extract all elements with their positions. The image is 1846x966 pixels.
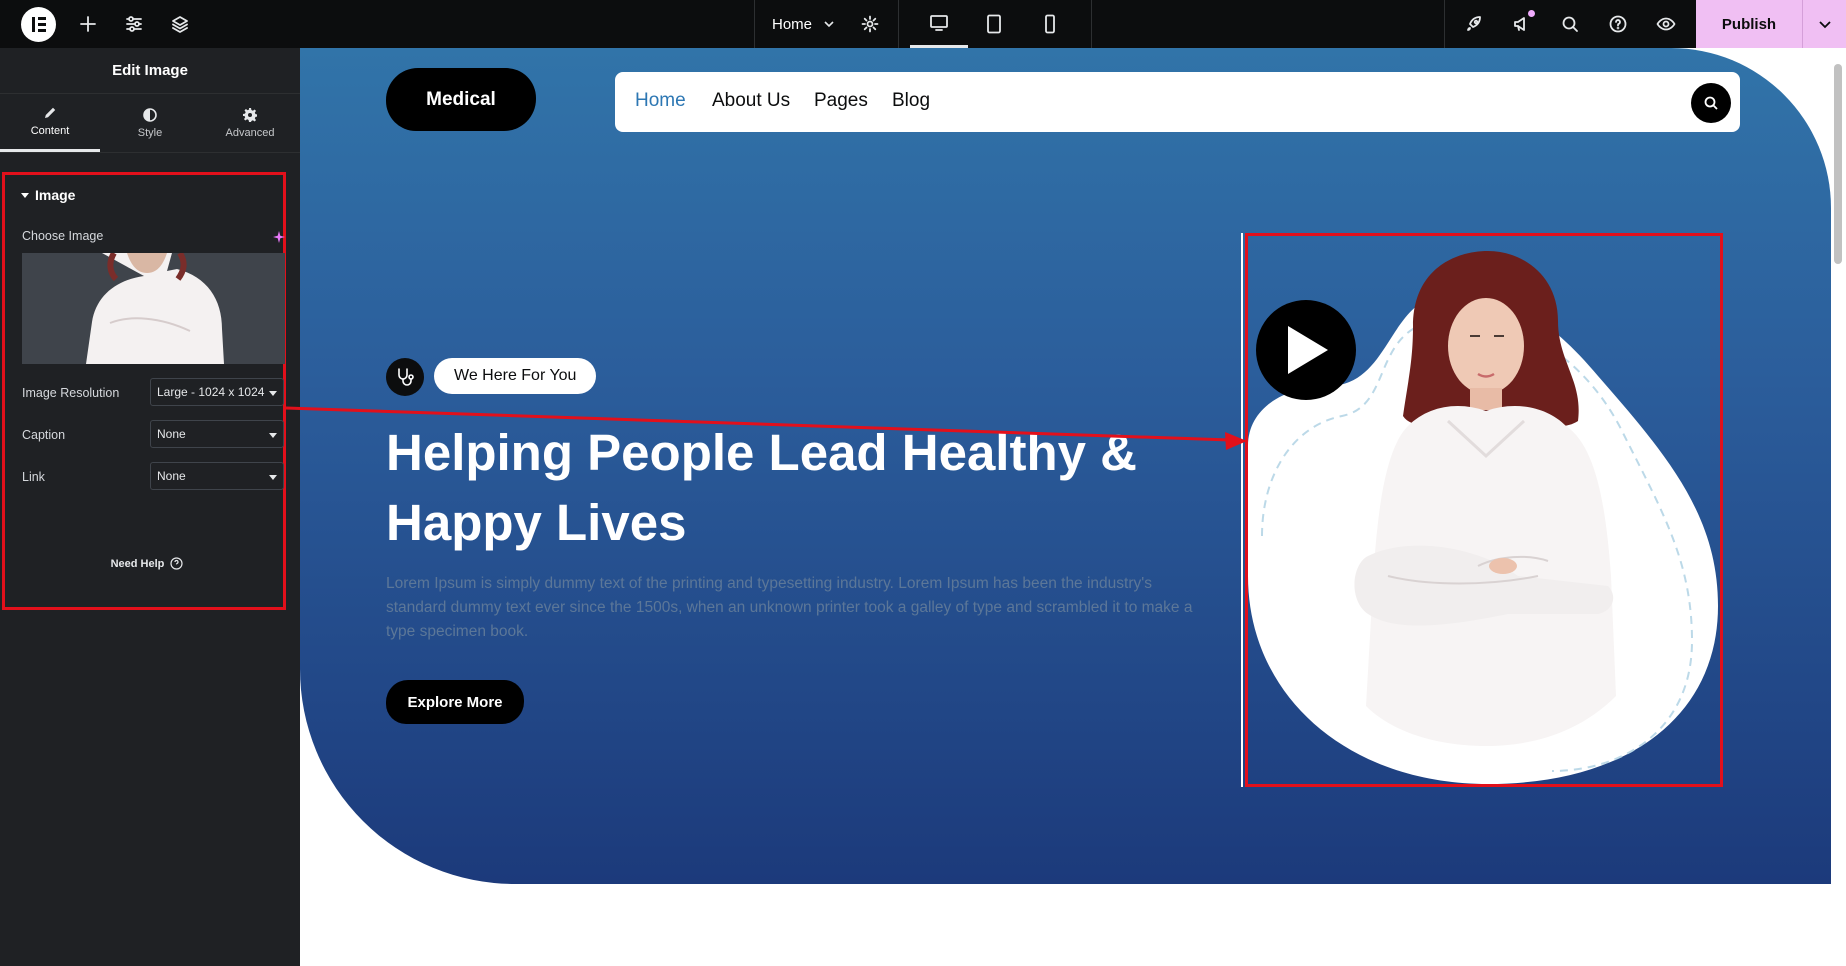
tab-style-label: Style — [137, 126, 163, 139]
preview-canvas: Medical Home About Us Pages Blog We Here… — [300, 48, 1831, 966]
elementor-logo-icon — [32, 17, 46, 32]
pencil-icon — [45, 107, 56, 118]
caption-label: Caption — [22, 428, 66, 442]
nav-link-home[interactable]: Home — [635, 90, 686, 112]
structure-button[interactable] — [164, 0, 196, 48]
layers-icon — [172, 16, 188, 33]
search-icon — [1704, 96, 1718, 110]
stethoscope-badge — [386, 358, 424, 396]
ai-sparkle-icon[interactable] — [273, 231, 285, 243]
gear-icon — [861, 15, 879, 33]
panel-title: Edit Image — [0, 48, 300, 94]
rocket-icon — [1467, 16, 1481, 31]
image-resolution-value: Large - 1024 x 1024 — [157, 385, 265, 399]
tab-content[interactable]: Content — [0, 94, 100, 152]
nurse-image — [1248, 251, 1718, 784]
add-element-button[interactable] — [72, 0, 104, 48]
link-value: None — [157, 469, 186, 483]
half-circle-icon — [143, 107, 157, 122]
hero-paragraph[interactable]: Lorem Ipsum is simply dummy text of the … — [386, 572, 1216, 644]
need-help-label: Need Help — [110, 557, 165, 570]
caption-select[interactable]: None — [150, 420, 284, 448]
device-mobile-button[interactable] — [1022, 0, 1078, 48]
tab-style[interactable]: Style — [100, 94, 200, 152]
divider — [754, 0, 755, 48]
chevron-down-icon — [269, 391, 277, 396]
device-desktop-button[interactable] — [910, 0, 968, 48]
search-icon — [1562, 16, 1578, 32]
section-title: Image — [35, 187, 76, 203]
device-tablet-button[interactable] — [966, 0, 1022, 48]
tab-content-label: Content — [30, 125, 70, 137]
image-resolution-select[interactable]: Large - 1024 x 1024 — [150, 378, 284, 406]
tablet-icon — [987, 14, 1001, 34]
site-launch-button[interactable] — [1458, 0, 1490, 48]
caret-down-icon — [21, 193, 29, 198]
site-settings-button[interactable] — [118, 0, 150, 48]
choose-image-label: Choose Image — [22, 229, 104, 243]
site-search-button[interactable] — [1691, 83, 1731, 123]
nurse-thumbnail-image — [22, 253, 285, 364]
panel-tabs: Content Style Advanced — [0, 94, 300, 153]
caption-value: None — [157, 427, 186, 441]
link-label: Link — [22, 470, 45, 484]
tagline-badge: We Here For You — [434, 358, 597, 394]
nav-link-blog[interactable]: Blog — [892, 90, 930, 112]
mobile-icon — [1045, 14, 1055, 34]
publish-options-button[interactable] — [1802, 0, 1846, 48]
chevron-down-icon — [824, 21, 834, 28]
search-button[interactable] — [1554, 0, 1586, 48]
divider — [898, 0, 899, 48]
explore-more-button[interactable]: Explore More — [386, 680, 524, 724]
chevron-down-icon — [269, 475, 277, 480]
help-circle-icon — [1609, 15, 1627, 33]
preview-button[interactable] — [1650, 0, 1682, 48]
nav-link-about[interactable]: About Us — [712, 90, 790, 112]
gear-icon — [243, 107, 257, 122]
chevron-down-icon — [1818, 21, 1831, 29]
image-resolution-label: Image Resolution — [22, 386, 120, 400]
hero-heading[interactable]: Helping People Lead Healthy & Happy Live… — [386, 418, 1186, 558]
section-toggle-image[interactable]: Image — [21, 187, 75, 203]
link-select[interactable]: None — [150, 462, 284, 490]
sliders-icon — [126, 16, 142, 32]
help-button[interactable] — [1602, 0, 1634, 48]
plus-icon — [80, 16, 96, 32]
tab-advanced-label: Advanced — [225, 126, 275, 139]
help-circle-icon — [170, 557, 183, 570]
site-logo[interactable]: Medical — [386, 68, 536, 131]
canvas-scrollbar-thumb[interactable] — [1834, 64, 1842, 264]
publish-button[interactable]: Publish — [1696, 0, 1802, 48]
divider — [1091, 0, 1092, 48]
elementor-logo-button[interactable] — [21, 7, 56, 42]
page-settings-button[interactable] — [854, 0, 886, 48]
image-preview[interactable] — [22, 253, 285, 364]
notification-dot — [1528, 10, 1535, 17]
image-section-highlight: Image Choose Image Image Resolution Larg… — [2, 172, 286, 610]
editor-panel: Edit Image Content Style Advanced Image … — [0, 48, 300, 966]
tab-advanced[interactable]: Advanced — [200, 94, 300, 152]
megaphone-icon — [1514, 17, 1525, 31]
whats-new-button[interactable] — [1506, 0, 1538, 48]
widget-selection-edge — [1241, 233, 1243, 787]
need-help-link[interactable]: Need Help — [5, 557, 289, 570]
nav-link-pages[interactable]: Pages — [814, 90, 868, 112]
chevron-down-icon — [269, 433, 277, 438]
selected-image-widget[interactable] — [1245, 233, 1723, 787]
page-select-label: Home — [772, 15, 813, 33]
site-nav: Home About Us Pages Blog — [615, 72, 1740, 132]
page-select[interactable]: Home — [756, 0, 836, 48]
eye-icon — [1656, 17, 1676, 31]
desktop-icon — [930, 14, 948, 31]
divider — [1444, 0, 1445, 48]
stethoscope-icon — [398, 368, 414, 386]
editor-topbar: Home Publish — [0, 0, 1846, 48]
